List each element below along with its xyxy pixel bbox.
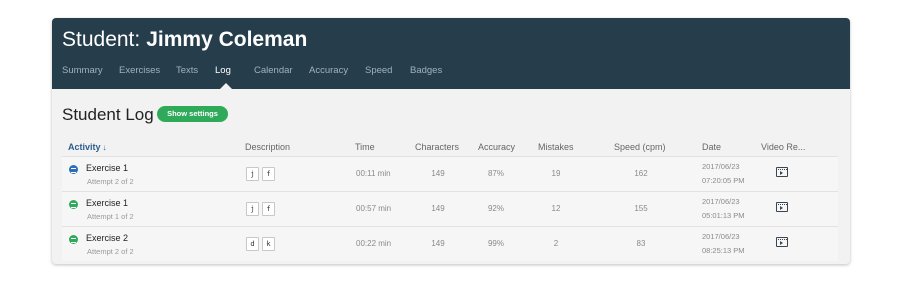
time-of-day-cell: 05:01:13 PM <box>702 211 745 220</box>
activity-name: Exercise 1 <box>86 163 129 173</box>
characters-cell: 149 <box>431 169 445 178</box>
exercise-icon <box>69 165 78 174</box>
video-replay-icon[interactable] <box>776 202 788 212</box>
column-header-date[interactable]: Date <box>702 142 721 152</box>
key-cap: f <box>262 202 275 216</box>
date-cell: 2017/06/23 <box>702 232 740 241</box>
speed-cell: 162 <box>634 169 648 178</box>
speed-cell: 83 <box>636 239 646 248</box>
column-header-characters[interactable]: Characters <box>415 142 459 152</box>
activity-name: Exercise 2 <box>86 233 129 243</box>
accuracy-cell: 99% <box>487 239 504 248</box>
tab-speed[interactable]: Speed <box>365 65 392 76</box>
column-header-time[interactable]: Time <box>355 142 375 152</box>
column-header-video-replay[interactable]: Video Re... <box>761 142 805 152</box>
sort-down-icon: ↓ <box>102 143 107 152</box>
table-row[interactable]: Exercise 1 Attempt 1 of 2 j f 00:57 min … <box>62 191 838 226</box>
characters-cell: 149 <box>431 239 445 248</box>
page-title: Student: Jimmy Coleman <box>62 28 307 52</box>
video-replay-icon[interactable] <box>776 167 788 177</box>
table-row[interactable]: Exercise 2 Attempt 2 of 2 d k 00:22 min … <box>62 226 838 261</box>
student-card: Student: Jimmy Coleman Summary Exercises … <box>52 18 850 264</box>
attempt-label: Attempt 2 of 2 <box>87 247 134 256</box>
tab-badges[interactable]: Badges <box>410 65 442 76</box>
time-of-day-cell: 07:20:05 PM <box>702 176 745 185</box>
column-header-activity-label: Activity <box>68 142 101 152</box>
activity-name: Exercise 1 <box>86 198 129 208</box>
column-header-speed[interactable]: Speed (cpm) <box>614 142 666 152</box>
attempt-label: Attempt 1 of 2 <box>87 212 134 221</box>
tab-summary[interactable]: Summary <box>62 65 103 76</box>
tab-exercises[interactable]: Exercises <box>119 65 160 76</box>
time-of-day-cell: 08:25:13 PM <box>702 246 745 255</box>
key-cap: k <box>262 237 275 251</box>
active-tab-caret <box>220 83 232 89</box>
tab-texts[interactable]: Texts <box>176 65 198 76</box>
tab-calendar[interactable]: Calendar <box>254 65 293 76</box>
log-title: Student Log <box>62 105 154 124</box>
column-header-mistakes[interactable]: Mistakes <box>538 142 574 152</box>
attempt-label: Attempt 2 of 2 <box>87 177 134 186</box>
key-cap: d <box>246 237 259 251</box>
key-cap: j <box>246 167 259 181</box>
column-header-activity[interactable]: Activity ↓ <box>68 142 107 152</box>
show-settings-button[interactable]: Show settings <box>157 106 228 122</box>
tab-log[interactable]: Log <box>215 65 231 76</box>
mistakes-cell: 2 <box>553 239 559 248</box>
table-row[interactable]: Exercise 1 Attempt 2 of 2 j f 00:11 min … <box>62 156 838 191</box>
mistakes-cell: 12 <box>551 204 561 213</box>
student-header: Student: Jimmy Coleman Summary Exercises … <box>52 18 850 89</box>
accuracy-cell: 92% <box>487 204 504 213</box>
mistakes-cell: 19 <box>551 169 561 178</box>
key-cap: j <box>246 202 259 216</box>
date-cell: 2017/06/23 <box>702 162 740 171</box>
video-replay-icon[interactable] <box>776 237 788 247</box>
time-cell: 00:22 min <box>356 239 392 248</box>
exercise-icon <box>69 235 78 244</box>
key-cap: f <box>262 167 275 181</box>
exercise-icon <box>69 200 78 209</box>
column-header-description[interactable]: Description <box>245 142 290 152</box>
tab-accuracy[interactable]: Accuracy <box>309 65 348 76</box>
time-cell: 00:11 min <box>356 169 391 178</box>
characters-cell: 149 <box>431 204 445 213</box>
speed-cell: 155 <box>634 204 648 213</box>
column-header-accuracy[interactable]: Accuracy <box>478 142 515 152</box>
time-cell: 00:57 min <box>356 204 392 213</box>
title-prefix: Student: <box>62 28 141 51</box>
accuracy-cell: 87% <box>487 169 504 178</box>
date-cell: 2017/06/23 <box>702 197 740 206</box>
student-name: Jimmy Coleman <box>146 28 308 51</box>
